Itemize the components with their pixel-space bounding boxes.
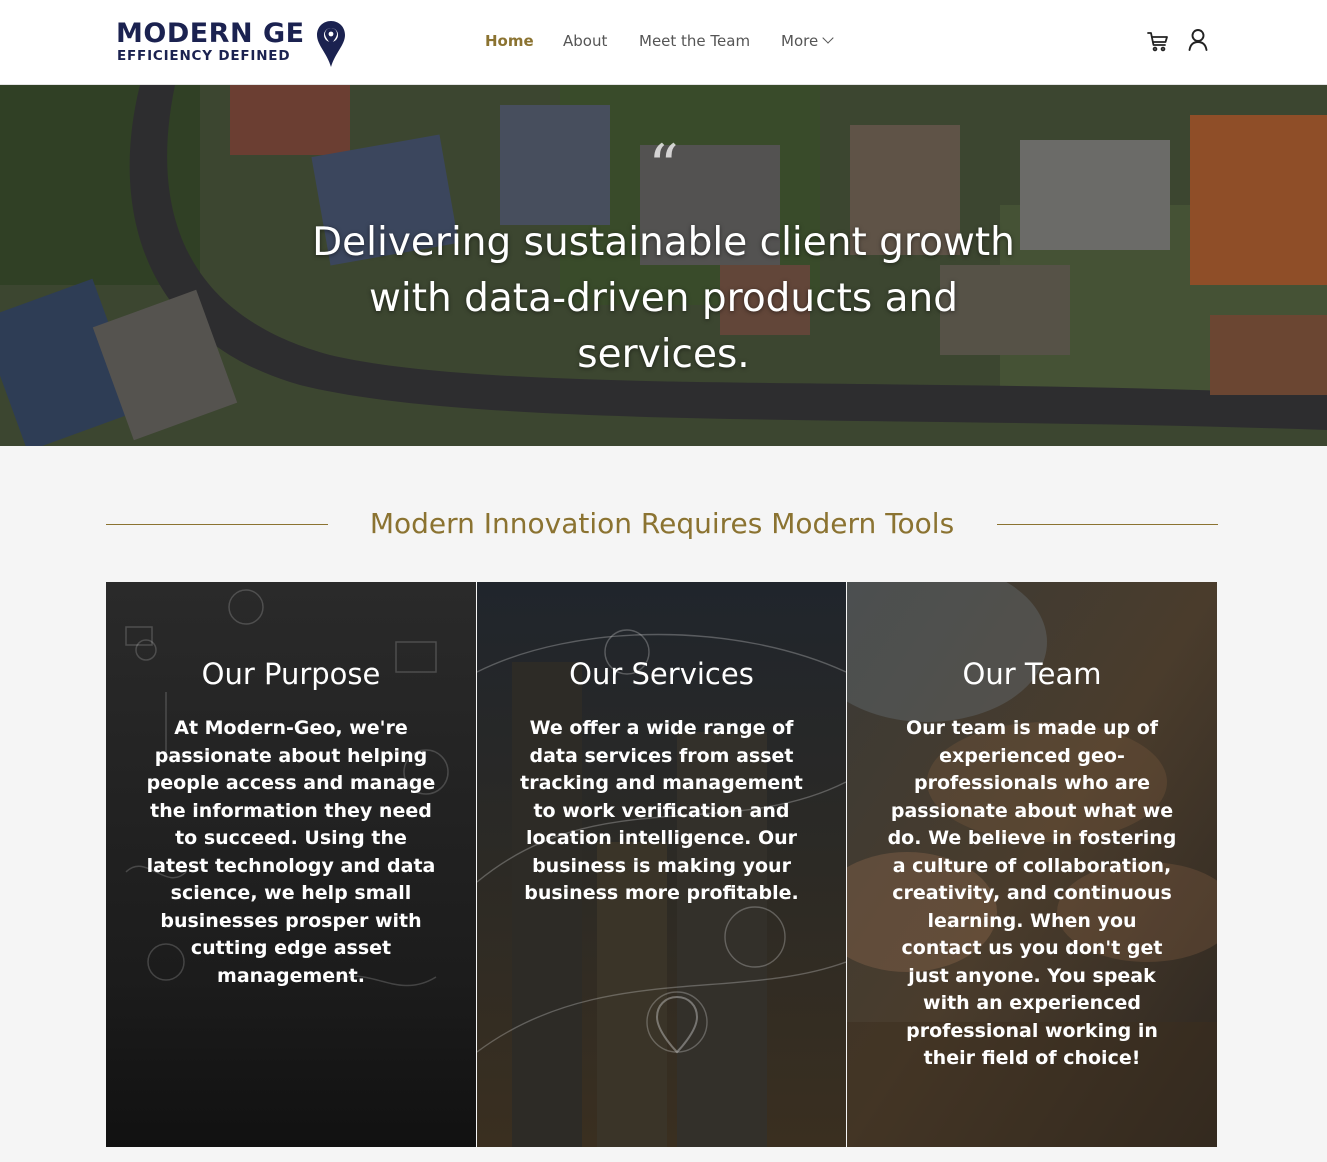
cart-icon[interactable]: [1146, 29, 1170, 53]
logo-tagline: EFFICIENCY DEFINED: [117, 48, 291, 64]
card-title: Our Team: [962, 657, 1102, 691]
card-body: We offer a wide range of data services f…: [520, 717, 803, 904]
quote-mark-icon: “: [648, 132, 679, 202]
site-header: MODERN GE EFFICIENCY DEFINED Home About …: [0, 0, 1327, 85]
nav-item-more-label: More: [781, 32, 819, 50]
nav-item-about[interactable]: About: [563, 30, 607, 52]
card-our-purpose: Our Purpose At Modern-Geo, we're passion…: [106, 582, 476, 1147]
map-pin-logo-icon: [317, 21, 345, 67]
card-our-team: Our Team Our team is made up of experien…: [847, 582, 1217, 1147]
nav-item-more[interactable]: More: [781, 30, 834, 52]
hero-headline: Delivering sustainable client growth wit…: [312, 220, 1015, 377]
hero-banner: “ Delivering sustainable client growth w…: [0, 85, 1327, 446]
card-body: Our team is made up of experienced geo-p…: [887, 717, 1177, 1069]
nav-item-meet-the-team[interactable]: Meet the Team: [639, 30, 750, 52]
nav-item-home[interactable]: Home: [485, 30, 534, 52]
card-our-services: Our Services We offer a wide range of da…: [477, 582, 846, 1147]
section-heading: Modern Innovation Requires Modern Tools: [106, 500, 1218, 550]
divider-right: [997, 524, 1218, 525]
logo-wordmark: MODERN GE: [116, 18, 305, 49]
chevron-down-icon: [822, 32, 834, 44]
user-account-icon[interactable]: [1187, 28, 1209, 52]
card-body: At Modern-Geo, we're passionate about he…: [146, 717, 436, 987]
site-logo[interactable]: MODERN GE EFFICIENCY DEFINED: [116, 18, 346, 70]
card-title: Our Services: [569, 657, 754, 691]
card-title: Our Purpose: [201, 657, 381, 691]
